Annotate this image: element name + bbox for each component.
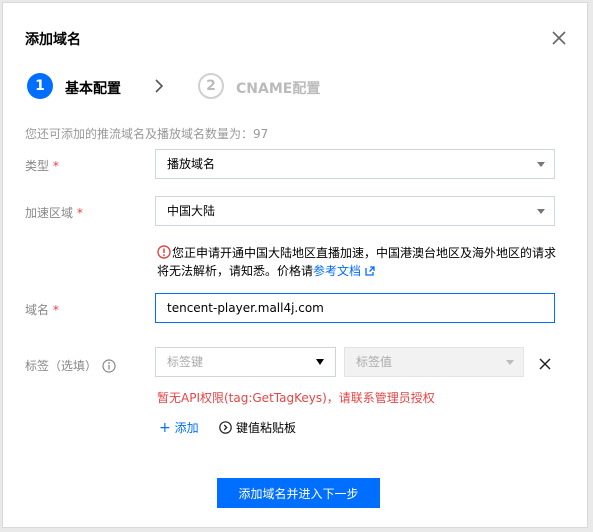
chevron-circle-icon [219,421,232,434]
tags-label: 标签（选填） [25,359,98,373]
step-1-indicator: 1 [27,73,53,99]
type-label-text: 类型 [25,159,50,173]
add-domain-next-button[interactable]: 添加域名并进入下一步 [217,478,380,508]
warning-icon [157,245,171,259]
caret-down-icon [537,162,545,167]
dialog-title: 添加域名 [25,32,81,48]
reference-doc-link[interactable]: 参考文档 [313,264,361,278]
caret-down-icon [316,359,324,365]
step-2-indicator: 2 [198,73,224,99]
tag-key-placeholder: 标签键 [167,355,204,369]
close-icon[interactable] [550,29,568,47]
add-tag-button[interactable]: + 添加 [159,419,199,436]
chevron-right-icon [155,79,164,93]
type-select[interactable]: 播放域名 [155,149,555,179]
info-icon[interactable] [102,359,116,373]
delete-tag-icon[interactable] [539,358,551,370]
tag-permission-error: 暂无API权限(tag:GetTagKeys)，请联系管理员授权 [157,391,435,405]
paste-label: 键值粘贴板 [236,421,297,435]
domain-label-text: 域名 [25,303,50,317]
required-mark: * [76,206,83,220]
required-mark: * [52,303,59,317]
external-link-icon[interactable] [365,266,375,276]
region-select[interactable]: 中国大陆 [155,196,555,226]
region-label: 加速区域 * [25,204,83,221]
tag-value-placeholder: 标签值 [356,355,393,369]
quota-hint: 您还可添加的推流域名及播放域名数量为：97 [25,127,269,141]
add-domain-dialog: 添加域名 1 基本配置 2 CNAME配置 您还可添加的推流域名及播放域名数量为… [2,2,588,528]
tag-key-select[interactable]: 标签键 [155,347,336,377]
region-label-text: 加速区域 [25,206,74,220]
region-warning: 您正申请开通中国大陆地区直播加速，中国港澳台地区及海外地区的请求将无法解析，请知… [157,244,557,280]
domain-label: 域名 * [25,301,59,318]
step-2-label: CNAME配置 [236,81,321,97]
tag-value-select[interactable]: 标签值 [344,347,524,377]
required-mark: * [52,159,59,173]
caret-down-icon [506,360,514,365]
region-select-value: 中国大陆 [167,204,216,218]
type-label: 类型 * [25,157,59,174]
domain-input[interactable]: tencent-player.mall4j.com [155,293,555,323]
step-1-label: 基本配置 [65,81,121,97]
key-value-paste-button[interactable]: 键值粘贴板 [219,419,296,436]
type-select-value: 播放域名 [167,157,216,171]
plus-icon: + [159,420,171,436]
add-tag-label: 添加 [174,421,199,435]
caret-down-icon [537,209,545,214]
